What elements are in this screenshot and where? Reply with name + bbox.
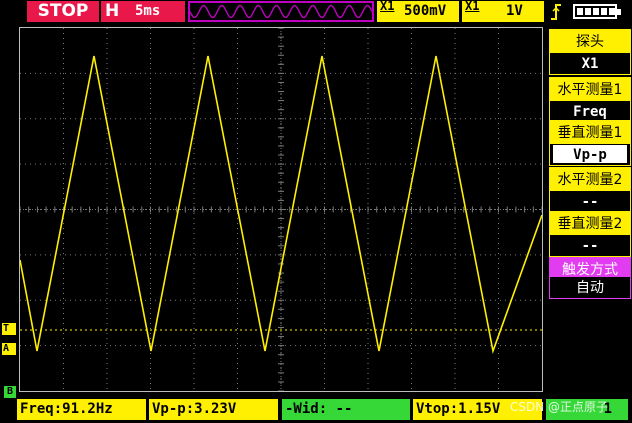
menu-vmeas2-title[interactable]: 垂直测量2	[549, 211, 631, 235]
timebase-control[interactable]: H 5ms	[101, 1, 185, 22]
battery-icon	[573, 4, 621, 19]
menu-probe-value[interactable]: X1	[549, 53, 631, 75]
watermark-text: CSDN @正点原子	[510, 400, 609, 414]
menu-trigger-mode-value[interactable]: 自动	[549, 277, 631, 299]
ch1-scale-value: 500mV	[404, 3, 447, 19]
timebase-label: H	[105, 1, 120, 21]
measurement-vpp: Vp-p:3.23V	[149, 399, 278, 420]
ch1-probe-label: X1	[380, 0, 395, 13]
trigger-edge-icon	[549, 2, 563, 22]
channel-b-marker[interactable]: B	[4, 386, 16, 398]
waveform-preview	[188, 1, 374, 22]
run-stop-button[interactable]: STOP	[27, 1, 99, 22]
menu-hmeas1-title[interactable]: 水平测量1	[549, 77, 631, 101]
ch2-scale-value: 1V	[506, 3, 523, 19]
measurement-freq: Freq:91.2Hz	[17, 399, 146, 420]
menu-vmeas1-title[interactable]: 垂直测量1	[549, 120, 631, 144]
ch2-probe-label: X1	[465, 0, 480, 13]
channel-offset-marker[interactable]: A	[2, 343, 16, 355]
timebase-value: 5ms	[135, 3, 161, 19]
ch2-scale-control[interactable]: X1 1V	[462, 0, 544, 22]
waveform-display[interactable]	[19, 27, 543, 392]
sine-preview-icon	[189, 4, 373, 19]
menu-vmeas2-value[interactable]: --	[549, 235, 631, 257]
menu-hmeas2-title[interactable]: 水平测量2	[549, 167, 631, 191]
scope-screen	[20, 28, 542, 391]
menu-hmeas2-value[interactable]: --	[549, 191, 631, 213]
menu-vmeas1-value[interactable]: Vp-p	[549, 144, 631, 166]
ch1-scale-control[interactable]: X1 500mV	[377, 0, 459, 22]
measurement-width: -Wid: --	[282, 399, 410, 420]
trigger-level-marker[interactable]: T	[2, 323, 16, 335]
menu-probe-title[interactable]: 探头	[549, 29, 631, 53]
